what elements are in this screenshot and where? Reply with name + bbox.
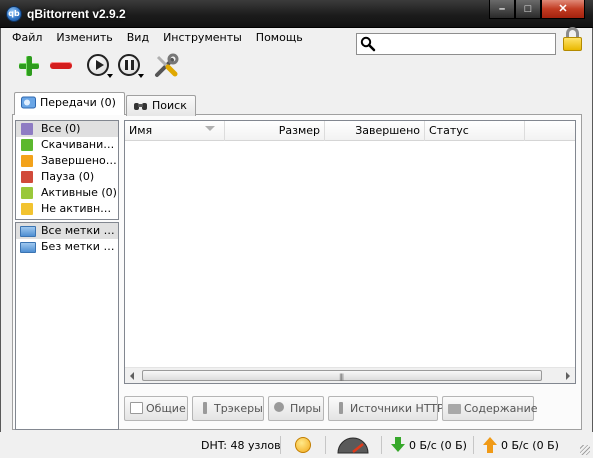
menu-tools[interactable]: Инструменты: [156, 28, 249, 48]
label-all[interactable]: Все метки (0): [16, 223, 118, 239]
menu-edit[interactable]: Изменить: [49, 28, 119, 48]
scroll-right-icon[interactable]: [566, 372, 570, 380]
trackers-button[interactable]: Трэкеры: [192, 396, 264, 421]
active-icon: [21, 187, 33, 199]
column-name[interactable]: Имя: [125, 121, 225, 141]
scrollbar-thumb[interactable]: |||: [142, 370, 542, 381]
menu-help[interactable]: Помощь: [249, 28, 310, 48]
window-title: qBittorrent v2.9.2: [27, 7, 126, 21]
folder-icon: [20, 242, 36, 253]
upload-speed: 0 Б/с (0 Б): [501, 439, 559, 452]
app-icon: qb: [6, 6, 22, 22]
status-filter-list: Все (0) Скачивание... Завершено ... Пауз…: [15, 120, 119, 220]
divider: [381, 436, 382, 454]
label-unlabeled[interactable]: Без метки (0): [16, 239, 118, 255]
dropdown-arrow-icon[interactable]: [107, 74, 113, 78]
maximize-button[interactable]: □: [515, 0, 541, 19]
paused-icon: [21, 171, 33, 183]
divider: [280, 436, 281, 454]
http-sources-button[interactable]: Источники HTTP: [328, 396, 444, 421]
minimize-button[interactable]: –: [489, 0, 515, 19]
horizontal-scrollbar[interactable]: |||: [125, 367, 575, 383]
upload-speed-icon: [483, 437, 497, 453]
divider: [473, 436, 474, 454]
column-seeds[interactable]: Ис: [525, 121, 575, 141]
download-speed-icon: [391, 437, 405, 452]
download-speed: 0 Б/с (0 Б): [409, 439, 467, 452]
pause-icon: [118, 54, 140, 76]
menu-file[interactable]: Файл: [5, 28, 49, 48]
tab-search-label: Поиск: [152, 99, 187, 112]
dht-status: DHT: 48 узлов: [201, 439, 281, 452]
filter-downloading[interactable]: Скачивание...: [16, 137, 118, 153]
search-icon: [360, 36, 376, 52]
remove-torrent-button[interactable]: [47, 52, 75, 80]
http-sources-icon: [339, 402, 343, 414]
table-header: Имя Размер Завершено Статус Ис: [125, 121, 575, 141]
torrent-table[interactable]: Имя Размер Завершено Статус Ис |||: [124, 120, 576, 384]
content-button[interactable]: Содержание: [442, 396, 538, 421]
folder-icon: [448, 404, 461, 414]
transfers-icon: [21, 96, 36, 109]
status-bar: DHT: 48 узлов 0 Б/с (0 Б) 0 Б/с (0 Б): [0, 432, 593, 458]
all-icon: [21, 123, 33, 135]
filter-completed[interactable]: Завершено ...: [16, 153, 118, 169]
search-input[interactable]: [379, 35, 551, 53]
trackers-icon: [203, 402, 207, 414]
minus-icon: [50, 62, 72, 69]
filter-label: Не активны...: [41, 202, 118, 215]
peers-button[interactable]: Пиры: [268, 396, 324, 421]
general-icon: [130, 402, 143, 414]
add-torrent-button[interactable]: [15, 52, 43, 80]
dropdown-arrow-icon[interactable]: [138, 74, 144, 78]
play-icon: [87, 54, 109, 76]
filter-label: Скачивание...: [41, 138, 118, 151]
filter-paused[interactable]: Пауза (0): [16, 169, 118, 185]
filter-label: Завершено ...: [41, 154, 118, 167]
window-controls: – □ ✕: [489, 0, 585, 20]
tab-search[interactable]: Поиск: [126, 95, 196, 116]
inactive-icon: [21, 203, 33, 215]
column-status[interactable]: Статус: [425, 121, 525, 141]
filter-inactive[interactable]: Не активны...: [16, 201, 118, 217]
grip-icon: |||: [339, 373, 344, 381]
download-icon: [21, 139, 33, 151]
binoculars-icon: [134, 103, 147, 110]
filter-all[interactable]: Все (0): [16, 121, 118, 137]
peers-icon: [274, 402, 284, 412]
label-filter-list: Все метки (0) Без метки (0): [15, 222, 119, 430]
filter-active[interactable]: Активные (0): [16, 185, 118, 201]
close-button[interactable]: ✕: [541, 0, 585, 19]
tab-transfers[interactable]: Передачи (0): [14, 92, 125, 115]
label-label: Все метки (0): [41, 224, 118, 237]
resize-grip-icon[interactable]: [580, 445, 590, 455]
column-size[interactable]: Размер: [225, 121, 325, 141]
tools-icon: [155, 53, 179, 77]
pause-button[interactable]: [116, 52, 144, 80]
menu-view[interactable]: Вид: [120, 28, 156, 48]
options-button[interactable]: [152, 52, 180, 80]
upload-icon: [21, 155, 33, 167]
scroll-left-icon[interactable]: [130, 372, 134, 380]
general-button[interactable]: Общие: [124, 396, 188, 421]
tab-transfers-label: Передачи (0): [40, 96, 116, 109]
folder-icon: [20, 226, 36, 237]
search-box: [356, 33, 556, 55]
sort-arrow-icon: [205, 126, 215, 131]
title-bar[interactable]: qb qBittorrent v2.9.2 – □ ✕: [0, 0, 593, 28]
filter-label: Пауза (0): [41, 170, 95, 183]
speed-limit-icon[interactable]: [336, 436, 370, 454]
lock-icon[interactable]: [563, 26, 583, 52]
label-label: Без метки (0): [41, 240, 118, 253]
filter-label: Все (0): [41, 122, 81, 135]
properties-bar: Общие Трэкеры Пиры Источники HTTP Содерж…: [124, 396, 579, 424]
resume-button[interactable]: [85, 52, 113, 80]
connection-status-icon[interactable]: [295, 437, 311, 453]
column-done[interactable]: Завершено: [325, 121, 425, 141]
divider: [325, 436, 326, 454]
filter-label: Активные (0): [41, 186, 117, 199]
